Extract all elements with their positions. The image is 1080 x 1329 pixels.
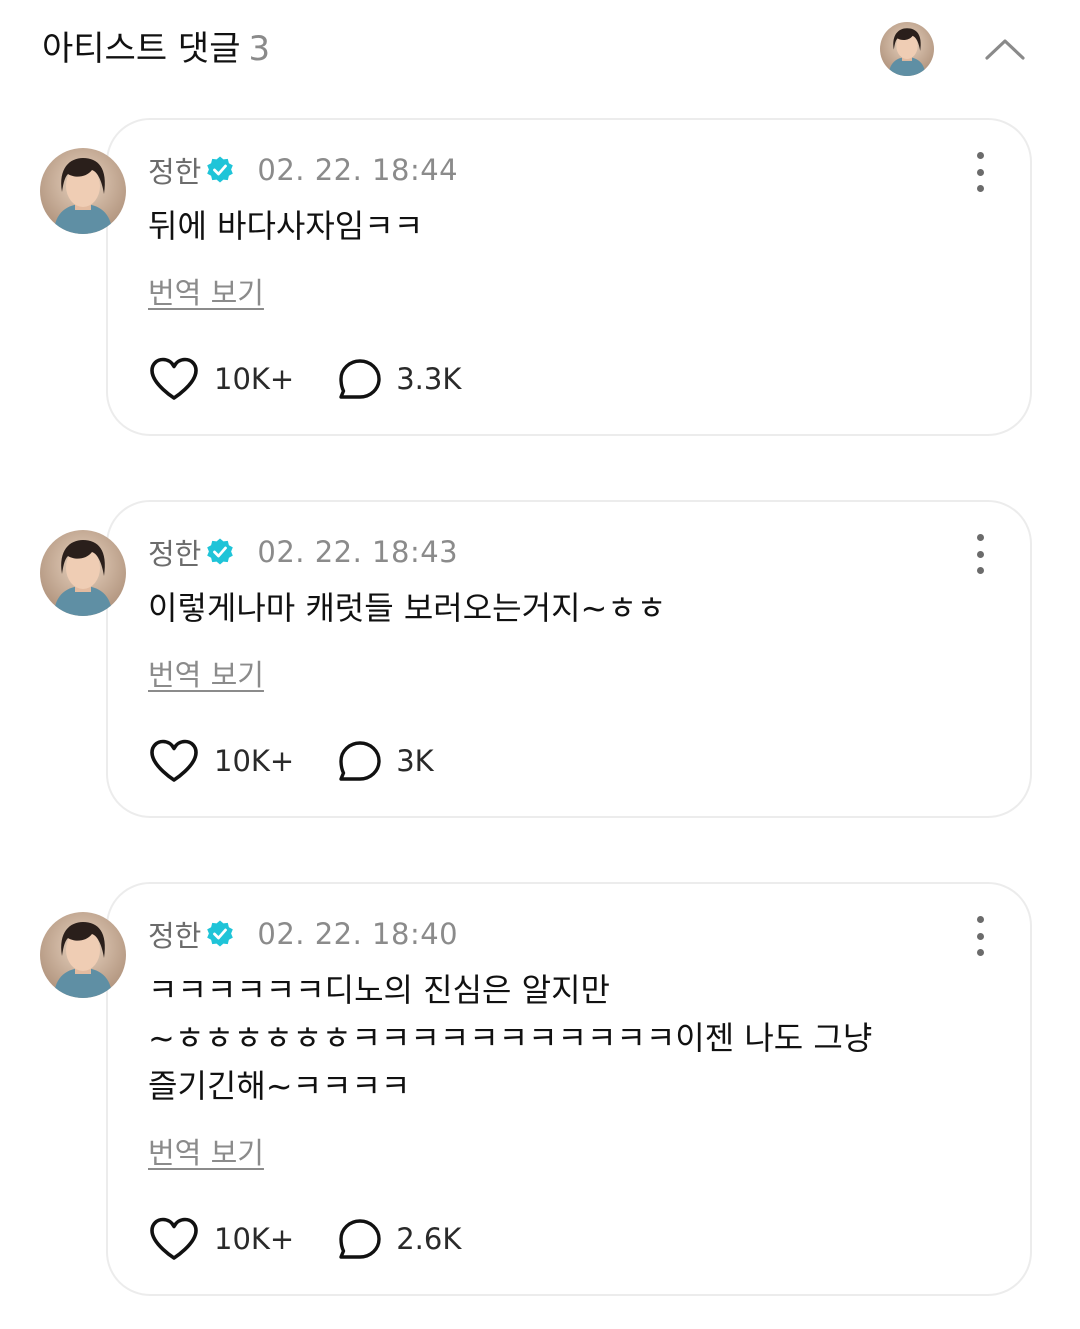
section-title-label: 아티스트 댓글	[42, 29, 241, 69]
verified-badge-icon	[207, 920, 234, 947]
speech-bubble-icon	[339, 359, 381, 399]
more-options-button[interactable]	[966, 534, 994, 574]
more-vertical-icon-dot	[976, 152, 984, 159]
comment-text: ㅋㅋㅋㅋㅋㅋ디노의 진심은 알지만 ~ㅎㅎㅎㅎㅎㅎㅋㅋㅋㅋㅋㅋㅋㅋㅋㅋㅋ이젠 나…	[148, 971, 873, 1105]
section-title: 아티스트 댓글 3	[42, 26, 270, 72]
translate-link[interactable]: 번역 보기	[148, 652, 264, 694]
more-vertical-icon-dot	[976, 168, 984, 176]
reply-count: 3K	[396, 744, 434, 778]
reply-button[interactable]: 2.6K	[338, 1218, 461, 1260]
comment-actions: 10K+ 3.3K	[148, 354, 461, 404]
comment-meta: 정한 02. 22. 18:40	[148, 914, 458, 954]
comment-actions: 10K+ 3K	[148, 736, 434, 786]
reply-count: 3.3K	[396, 362, 462, 396]
more-vertical-icon-dot	[976, 916, 984, 923]
comment-meta: 정한 02. 22. 18:43	[148, 532, 458, 572]
translate-link[interactable]: 번역 보기	[148, 1130, 264, 1172]
more-vertical-icon-dot	[976, 534, 984, 541]
like-button[interactable]: 10K+	[148, 1216, 294, 1262]
more-vertical-icon-dot	[976, 185, 984, 192]
author-name[interactable]: 정한	[148, 531, 201, 573]
speech-bubble-icon	[339, 741, 381, 781]
author-name[interactable]: 정한	[148, 913, 201, 955]
comment-text: 이렇게나마 캐럿들 보러오는거지~ㅎㅎ	[148, 589, 667, 627]
reply-button[interactable]: 3.3K	[338, 358, 461, 400]
more-options-button[interactable]	[966, 916, 994, 956]
more-options-button[interactable]	[966, 152, 994, 192]
comment-time: 02. 22. 18:43	[257, 535, 459, 569]
comment-text: 뒤에 바다사자임ㅋㅋ	[148, 207, 424, 245]
more-vertical-icon-dot	[976, 949, 984, 956]
comment-card: 정한 02. 22. 18:40 ㅋㅋㅋㅋㅋㅋ디노의 진심은 알지만 ~ㅎㅎㅎㅎ…	[106, 882, 1032, 1296]
like-button[interactable]: 10K+	[148, 738, 294, 784]
like-count: 10K+	[214, 1222, 295, 1256]
comment-time: 02. 22. 18:40	[257, 917, 459, 951]
verified-badge-icon	[207, 156, 234, 183]
heart-icon	[150, 357, 198, 400]
chevron-up-icon	[985, 39, 1025, 60]
more-vertical-icon-dot	[976, 550, 984, 558]
reply-count: 2.6K	[396, 1222, 462, 1256]
reply-button[interactable]: 3K	[338, 740, 434, 782]
comment-meta: 정한 02. 22. 18:44	[148, 150, 458, 190]
comment-actions: 10K+ 2.6K	[148, 1214, 461, 1264]
comment-card: 정한 02. 22. 18:43 이렇게나마 캐럿들 보러오는거지~ㅎㅎ 번역 …	[106, 500, 1032, 818]
translate-link[interactable]: 번역 보기	[148, 270, 264, 312]
more-vertical-icon-dot	[976, 567, 984, 574]
comment-time: 02. 22. 18:44	[257, 153, 459, 187]
like-count: 10K+	[214, 362, 295, 396]
like-button[interactable]: 10K+	[148, 356, 294, 402]
verified-badge-icon	[207, 538, 234, 565]
artist-comments-header: 아티스트 댓글 3	[0, 0, 1080, 100]
more-vertical-icon-dot	[976, 932, 984, 940]
author-avatar[interactable]	[40, 530, 126, 616]
heart-icon	[150, 1217, 198, 1260]
comment-count: 3	[248, 29, 271, 69]
speech-bubble-icon	[339, 1219, 381, 1259]
like-count: 10K+	[214, 744, 295, 778]
collapse-button[interactable]	[976, 24, 1034, 74]
author-avatar[interactable]	[40, 148, 126, 234]
comment-card: 정한 02. 22. 18:44 뒤에 바다사자임ㅋㅋ 번역 보기 10K+ 3…	[106, 118, 1032, 436]
author-name[interactable]: 정한	[148, 149, 201, 191]
heart-icon	[150, 739, 198, 782]
artist-avatar[interactable]	[880, 22, 934, 76]
author-avatar[interactable]	[40, 912, 126, 998]
